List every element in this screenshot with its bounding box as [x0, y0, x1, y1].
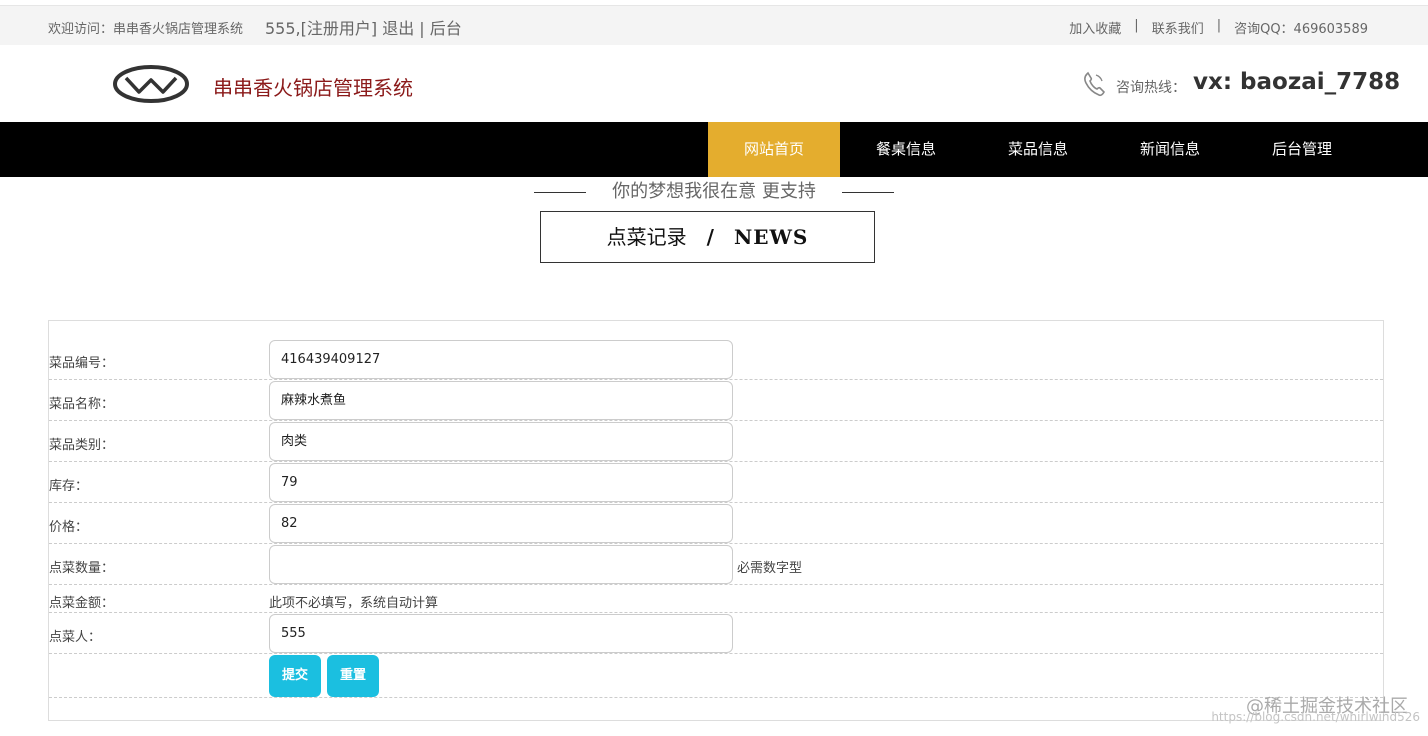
dish-no-field[interactable]: 416439409127	[269, 340, 733, 379]
nav-item-news[interactable]: 新闻信息	[1104, 122, 1236, 177]
separator: |	[1216, 18, 1222, 33]
amount-hint: 此项不必填写，系统自动计算	[269, 596, 439, 611]
form-row-amount: 点菜金额： 此项不必填写，系统自动计算	[49, 585, 1383, 613]
welcome-text: 欢迎访问：串串香火锅店管理系统	[48, 22, 244, 37]
main-nav: 网站首页 餐桌信息 菜品信息 新闻信息 后台管理	[0, 122, 1428, 177]
qq-contact: 咨询QQ：469603589	[1234, 22, 1368, 37]
divider	[534, 191, 587, 193]
nav-item-admin[interactable]: 后台管理	[1236, 122, 1368, 177]
form-row-dish-no: 菜品编号： 416439409127	[49, 339, 1383, 380]
dish-no-label: 菜品编号：	[49, 356, 115, 371]
contact-link[interactable]: 联系我们	[1152, 18, 1204, 37]
site-header: 串串香火锅店管理系统 咨询热线： vx: baozai_7788	[0, 45, 1428, 122]
add-favorite-link[interactable]: 加入收藏	[1069, 18, 1121, 37]
nav-item-home[interactable]: 网站首页	[708, 122, 840, 177]
order-form: 菜品编号： 416439409127 菜品名称： 麻辣水煮鱼 菜品类别： 肉类 …	[48, 320, 1384, 721]
amount-label: 点菜金额：	[49, 596, 115, 611]
quantity-hint: 必需数字型	[737, 561, 803, 576]
nav-item-tables[interactable]: 餐桌信息	[840, 122, 972, 177]
separator: |	[1134, 18, 1139, 33]
slogan: 你的梦想我很在意 更支持	[0, 177, 1428, 203]
section-title-cn: 点菜记录	[606, 225, 687, 249]
orderer-field[interactable]: 555	[269, 614, 733, 653]
divider	[841, 191, 894, 193]
slogan-text: 你的梦想我很在意 更支持	[612, 181, 816, 202]
submit-button[interactable]: 提交	[269, 655, 321, 697]
hotline-number: vx: baozai_7788	[1193, 69, 1401, 95]
form-row-quantity: 点菜数量： 必需数字型	[49, 544, 1383, 585]
stock-label: 库存：	[49, 479, 89, 494]
form-row-dish-category: 菜品类别： 肉类	[49, 421, 1383, 462]
top-bar: 欢迎访问：串串香火锅店管理系统 555,[注册用户] 退出 | 后台 加入收藏 …	[0, 5, 1428, 45]
logo-icon	[113, 65, 189, 103]
hotline-label: 咨询热线：	[1116, 80, 1186, 96]
dish-category-label: 菜品类别：	[49, 438, 115, 453]
dish-name-label: 菜品名称：	[49, 397, 115, 412]
watermark-url: https://blog.csdn.net/whirlwind526	[1211, 710, 1420, 724]
form-row-dish-name: 菜品名称： 麻辣水煮鱼	[49, 380, 1383, 421]
phone-icon	[1084, 71, 1105, 97]
quantity-label: 点菜数量：	[49, 561, 115, 576]
form-row-actions	[49, 654, 1383, 698]
form-row-stock: 库存： 79	[49, 462, 1383, 503]
orderer-label: 点菜人：	[49, 630, 102, 645]
user-links[interactable]: 555,[注册用户] 退出 | 后台	[265, 15, 462, 39]
price-field[interactable]: 82	[269, 504, 733, 543]
site-logo-text[interactable]: 串串香火锅店管理系统	[213, 72, 413, 101]
form-row-price: 价格： 82	[49, 503, 1383, 544]
section-title: 点菜记录 / NEWS	[540, 211, 875, 263]
dish-category-field[interactable]: 肉类	[269, 422, 733, 461]
top-right-links: 加入收藏 | 联系我们 | 咨询QQ：469603589	[1069, 18, 1368, 37]
nav-item-dishes[interactable]: 菜品信息	[972, 122, 1104, 177]
section-title-en: NEWS	[733, 225, 809, 249]
dish-name-field[interactable]: 麻辣水煮鱼	[269, 381, 733, 420]
quantity-field[interactable]	[269, 545, 733, 584]
form-row-orderer: 点菜人： 555	[49, 613, 1383, 654]
section-title-slash: /	[706, 225, 714, 249]
stock-field[interactable]: 79	[269, 463, 733, 502]
price-label: 价格：	[49, 520, 89, 535]
reset-button[interactable]: 重置	[327, 655, 379, 697]
